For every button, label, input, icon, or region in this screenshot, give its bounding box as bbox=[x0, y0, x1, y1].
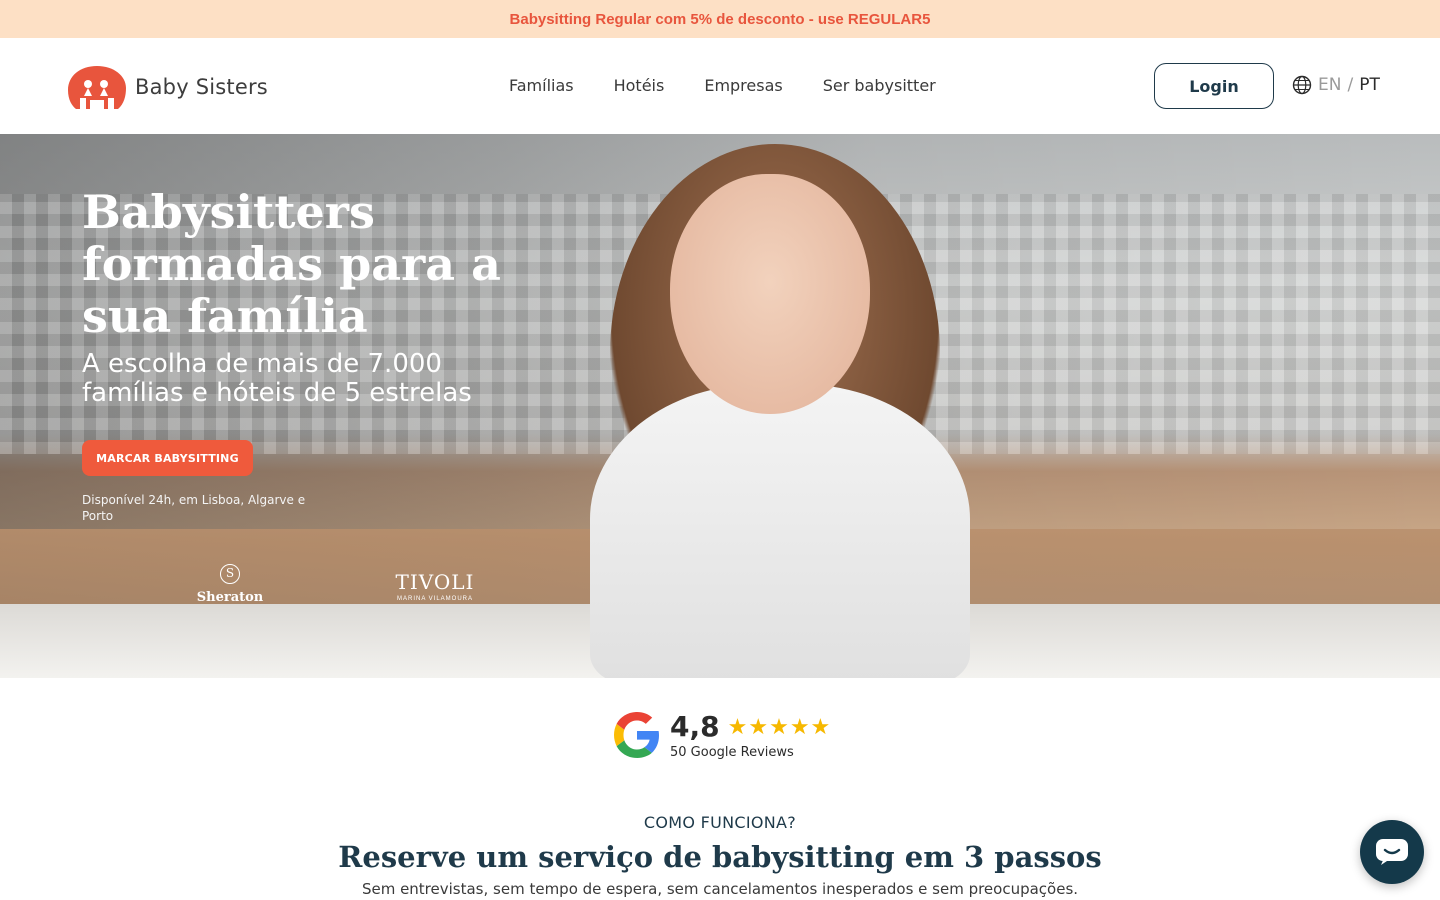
sheraton-name: Sheraton bbox=[196, 590, 264, 605]
star-rating: ★ ★ ★ ★ ★ bbox=[727, 713, 831, 739]
star-icon: ★ bbox=[748, 713, 769, 739]
reviews-count: 50 Google Reviews bbox=[670, 745, 794, 760]
language-switcher: EN / PT bbox=[1292, 75, 1380, 95]
star-icon: ★ bbox=[789, 713, 810, 739]
nav-link-ser-babysitter[interactable]: Ser babysitter bbox=[823, 76, 936, 95]
star-icon: ★ bbox=[727, 713, 748, 739]
reviews-score: 4,8 bbox=[670, 710, 720, 743]
chat-widget-button[interactable] bbox=[1360, 820, 1424, 884]
hero-image-girl-dress bbox=[590, 384, 970, 678]
partner-logo-sheraton: S Sheraton bbox=[190, 564, 270, 605]
site-header: Baby Sisters Famílias Hotéis Empresas Se… bbox=[0, 38, 1440, 134]
google-icon bbox=[614, 712, 659, 758]
reviews-score-row: 4,8 ★ ★ ★ ★ ★ bbox=[670, 710, 830, 743]
hero-title: Babysitters formadas para a sua família bbox=[82, 185, 501, 343]
how-it-works-title: Reserve um serviço de babysitting em 3 p… bbox=[338, 840, 1102, 874]
star-icon: ★ bbox=[769, 713, 789, 739]
elephant-logo-icon bbox=[68, 66, 126, 109]
hero-availability-note: Disponível 24h, em Lisboa, Algarve e Por… bbox=[82, 493, 306, 523]
how-it-works-subtitle: Sem entrevistas, sem tempo de espera, se… bbox=[361, 880, 1079, 898]
lang-pt-link[interactable]: PT bbox=[1359, 75, 1380, 95]
book-babysitting-button[interactable]: MARCAR BABYSITTING bbox=[82, 440, 253, 476]
logo-text: Baby Sisters bbox=[135, 75, 268, 99]
promo-text: Babysitting Regular com 5% de desconto -… bbox=[509, 10, 931, 28]
google-reviews-badge[interactable]: 4,8 ★ ★ ★ ★ ★ 50 Google Reviews bbox=[610, 708, 830, 762]
lang-separator: / bbox=[1347, 75, 1354, 95]
globe-icon bbox=[1292, 75, 1312, 95]
login-button[interactable]: Login bbox=[1154, 63, 1274, 109]
sheraton-mark: S bbox=[220, 564, 240, 584]
hero-section: Babysitters formadas para a sua família … bbox=[0, 134, 1440, 678]
how-it-works-label: COMO FUNCIONA? bbox=[643, 813, 797, 832]
main-nav: Famílias Hotéis Empresas Ser babysitter bbox=[509, 76, 936, 95]
nav-link-familias[interactable]: Famílias bbox=[509, 76, 574, 95]
star-icon: ★ bbox=[810, 713, 831, 739]
tivoli-subtitle: MARINA VILAMOURA bbox=[396, 596, 473, 602]
hero-subtitle: A escolha de mais de 7.000 famílias e hó… bbox=[82, 349, 472, 408]
partner-logo-tivoli: TIVOLI MARINA VILAMOURA bbox=[390, 570, 480, 602]
logo-link[interactable]: Baby Sisters bbox=[66, 64, 268, 110]
nav-link-empresas[interactable]: Empresas bbox=[704, 76, 782, 95]
tivoli-name: TIVOLI bbox=[395, 570, 475, 594]
reviews-info: 4,8 ★ ★ ★ ★ ★ 50 Google Reviews bbox=[670, 710, 830, 760]
lang-en-link[interactable]: EN bbox=[1318, 75, 1341, 95]
promo-banner: Babysitting Regular com 5% de desconto -… bbox=[0, 0, 1440, 38]
nav-link-hoteis[interactable]: Hotéis bbox=[614, 76, 665, 95]
hero-image-girl-face bbox=[670, 174, 870, 414]
chat-icon bbox=[1376, 839, 1408, 865]
